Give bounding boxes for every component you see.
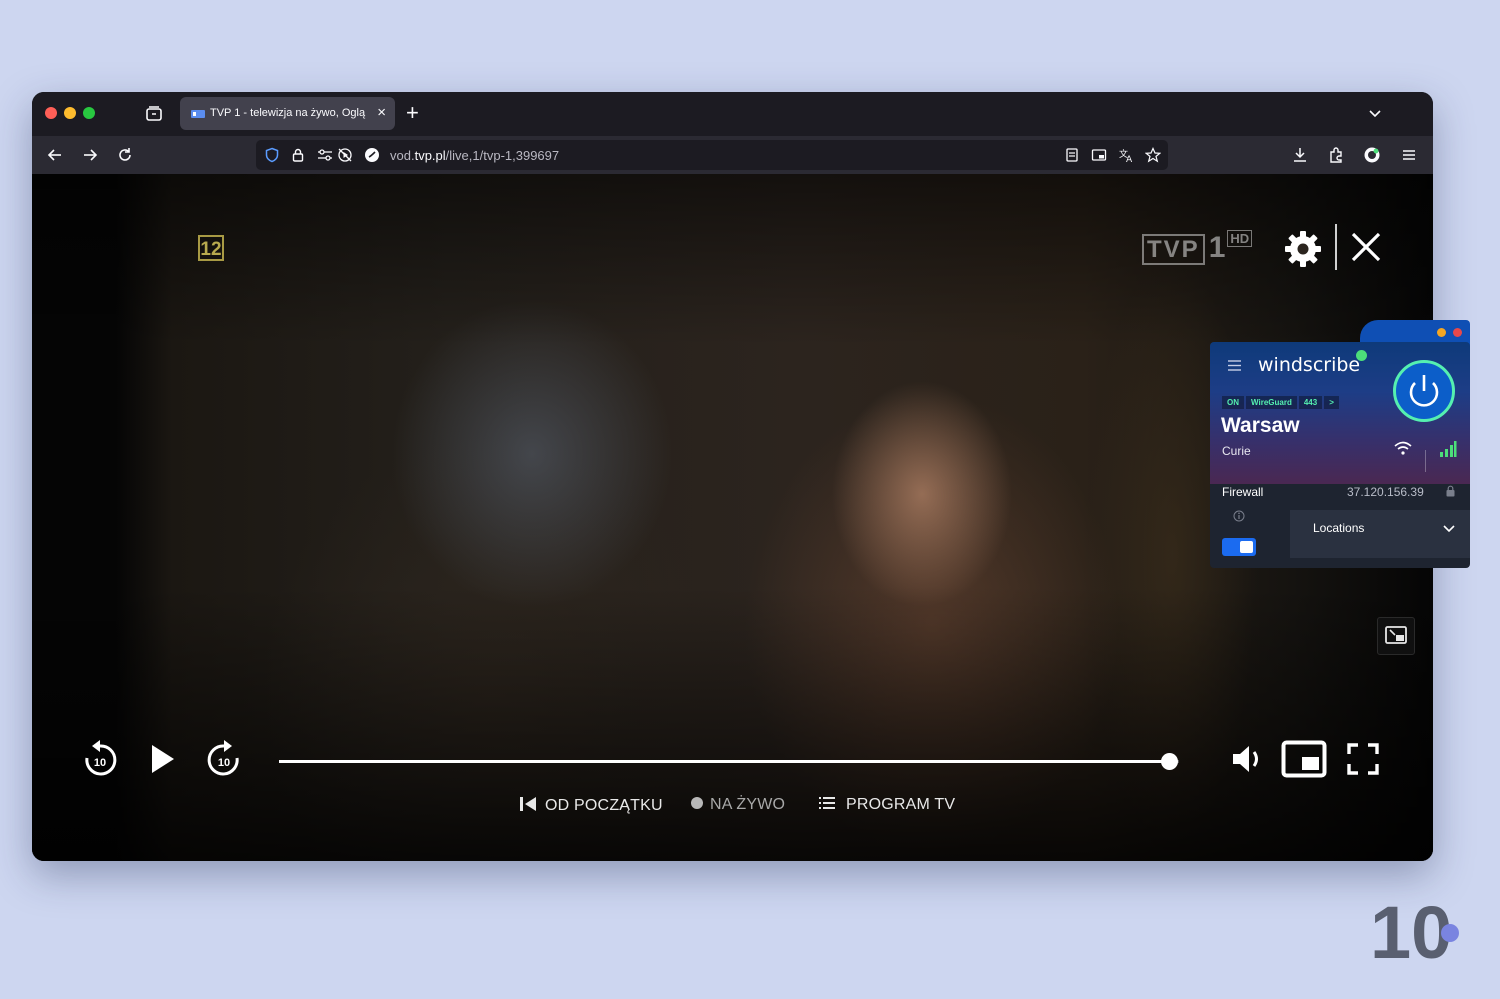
permissions-icon[interactable] bbox=[317, 147, 333, 163]
info-icon[interactable] bbox=[1233, 510, 1245, 522]
volume-icon[interactable] bbox=[1230, 742, 1266, 776]
tab-bar: TVP 1 - telewizja na żywo, Oglą × + bbox=[32, 92, 1433, 136]
tv-program-label: PROGRAM TV bbox=[846, 796, 956, 813]
site-brand-mark: 10 bbox=[1370, 892, 1459, 964]
connected-city: Warsaw bbox=[1221, 414, 1300, 437]
firewall-toggle[interactable] bbox=[1222, 538, 1256, 556]
ip-lock-icon[interactable] bbox=[1446, 485, 1455, 497]
live-label: NA ŻYWO bbox=[710, 796, 786, 813]
bookmark-star-icon[interactable] bbox=[1145, 147, 1161, 163]
brand-mark-dot bbox=[1441, 924, 1459, 942]
list-icon bbox=[819, 797, 835, 809]
downloads-icon[interactable] bbox=[1291, 146, 1309, 164]
chevron-down-icon[interactable] bbox=[1442, 524, 1456, 534]
progress-bar[interactable] bbox=[279, 753, 1179, 770]
url-text[interactable]: vod.tvp.pl/live,1/tvp-1,399697 bbox=[390, 148, 559, 163]
picture-in-picture-icon[interactable] bbox=[1091, 147, 1107, 163]
windscribe-minimize-button[interactable] bbox=[1437, 328, 1446, 337]
tab-tvp[interactable]: TVP 1 - telewizja na żywo, Oglą × bbox=[180, 97, 395, 130]
reader-view-icon[interactable] bbox=[1064, 147, 1080, 163]
play-icon[interactable] bbox=[148, 742, 178, 776]
svg-text:A: A bbox=[1126, 155, 1133, 163]
skip-forward-label: 10 bbox=[218, 757, 230, 769]
list-all-tabs-icon[interactable] bbox=[1367, 105, 1383, 121]
status-on-badge: ON bbox=[1222, 396, 1244, 409]
connection-status-row[interactable]: ON WireGuard 443 > bbox=[1222, 396, 1341, 410]
player-bottom-links: OD POCZĄTKU NA ŻYWO PROGRAM TV bbox=[32, 796, 1433, 826]
progress-fill bbox=[279, 760, 1169, 763]
close-player-icon[interactable] bbox=[1348, 229, 1384, 265]
vpn-power-button[interactable] bbox=[1393, 360, 1455, 422]
settings-gear-icon[interactable] bbox=[1282, 228, 1324, 270]
windscribe-close-button[interactable] bbox=[1453, 328, 1462, 337]
app-menu-icon[interactable] bbox=[1400, 146, 1418, 164]
site-favicon-icon bbox=[365, 148, 379, 162]
age-rating-badge: 12 bbox=[198, 235, 224, 261]
live-button[interactable]: NA ŻYWO bbox=[690, 796, 785, 814]
minimize-window-button[interactable] bbox=[64, 107, 76, 119]
tab-close-button[interactable]: × bbox=[377, 104, 386, 122]
lock-icon[interactable] bbox=[290, 147, 306, 163]
new-tab-button[interactable]: + bbox=[406, 101, 419, 125]
progress-scrubber-handle[interactable] bbox=[1161, 753, 1178, 770]
channel-logo: TVP 1 HD bbox=[1142, 230, 1253, 265]
firewall-toggle-knob bbox=[1240, 541, 1253, 553]
navigation-bar: vod.tvp.pl/live,1/tvp-1,399697 文 A bbox=[32, 136, 1433, 174]
protocol-chevron: > bbox=[1324, 396, 1339, 409]
close-window-button[interactable] bbox=[45, 107, 57, 119]
firewall-label: Firewall bbox=[1222, 485, 1264, 499]
hamburger-menu-icon[interactable] bbox=[1228, 360, 1241, 371]
locations-label: Locations bbox=[1313, 521, 1365, 535]
from-start-button[interactable]: OD POCZĄTKU bbox=[519, 796, 663, 815]
notification-badge[interactable] bbox=[1356, 350, 1367, 361]
translate-icon[interactable]: 文 A bbox=[1118, 147, 1134, 163]
ip-address: 37.120.156.39 bbox=[1347, 485, 1424, 499]
url-path: /live,1/tvp-1,399697 bbox=[445, 148, 560, 163]
zoom-window-button[interactable] bbox=[83, 107, 95, 119]
reload-icon[interactable] bbox=[116, 146, 134, 164]
signal-strength-icon bbox=[1440, 441, 1457, 457]
port-badge: 443 bbox=[1298, 396, 1323, 409]
windscribe-extension-icon[interactable] bbox=[1363, 146, 1381, 164]
power-icon bbox=[1409, 375, 1439, 407]
miniplayer-icon[interactable] bbox=[1281, 740, 1327, 778]
skip-back-10-icon[interactable]: 10 bbox=[80, 739, 120, 779]
tvp-favicon-icon bbox=[191, 110, 205, 118]
tv-program-button[interactable]: PROGRAM TV bbox=[819, 796, 955, 814]
url-domain: tvp.pl bbox=[414, 148, 446, 163]
fullscreen-icon[interactable] bbox=[1346, 742, 1380, 776]
header-separator bbox=[1425, 450, 1426, 472]
forward-icon[interactable] bbox=[81, 146, 99, 164]
protocol-badge: WireGuard bbox=[1246, 396, 1297, 409]
back-icon[interactable] bbox=[46, 146, 64, 164]
skip-back-label: 10 bbox=[94, 757, 106, 769]
address-bar[interactable]: vod.tvp.pl/live,1/tvp-1,399697 文 A bbox=[256, 140, 1168, 170]
pip-toggle-icon bbox=[1385, 626, 1407, 644]
tab-overview-icon[interactable] bbox=[144, 104, 164, 124]
url-prefix: vod. bbox=[390, 148, 415, 163]
channel-logo-quality: HD bbox=[1227, 230, 1253, 247]
windscribe-logo: windscribe bbox=[1258, 354, 1361, 376]
autoplay-blocked-icon[interactable] bbox=[337, 147, 353, 163]
wifi-icon[interactable] bbox=[1393, 440, 1413, 456]
tab-title: TVP 1 - telewizja na żywo, Oglą bbox=[210, 107, 366, 119]
windscribe-panel: windscribe ON WireGuard 443 > Warsaw Curie … bbox=[1210, 320, 1470, 568]
pip-toggle-button[interactable] bbox=[1377, 617, 1415, 655]
channel-logo-number: 1 bbox=[1208, 231, 1226, 264]
skip-to-start-icon bbox=[520, 797, 536, 811]
extensions-icon[interactable] bbox=[1327, 146, 1345, 164]
skip-forward-10-icon[interactable]: 10 bbox=[204, 739, 244, 779]
header-divider bbox=[1335, 224, 1337, 270]
live-dot-icon bbox=[691, 797, 703, 809]
channel-logo-name: TVP bbox=[1142, 234, 1205, 265]
brand-mark-text: 10 bbox=[1370, 892, 1452, 964]
connected-node: Curie bbox=[1222, 444, 1251, 458]
from-start-label: OD POCZĄTKU bbox=[545, 797, 663, 814]
tracking-protection-shield-icon[interactable] bbox=[264, 147, 280, 163]
